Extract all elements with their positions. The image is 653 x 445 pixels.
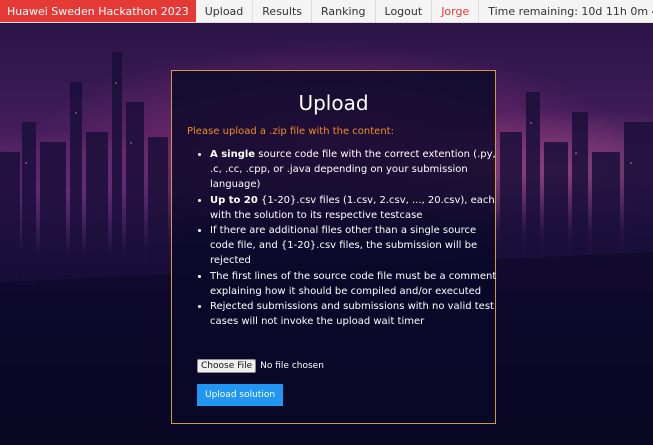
rule-item: The first lines of the source code file … <box>210 269 500 299</box>
choose-file-button[interactable]: Choose File <box>197 359 257 373</box>
nav-ranking-link[interactable]: Ranking <box>312 0 376 22</box>
nav-results-link[interactable]: Results <box>253 0 313 22</box>
upload-rules-list: A single source code file with the corre… <box>194 147 500 329</box>
page-title: Upload <box>298 91 369 115</box>
upload-instructions-intro: Please upload a .zip file with the conte… <box>187 126 394 137</box>
rule-item: Up to 20 {1-20}.csv files (1.csv, 2.csv,… <box>210 193 500 223</box>
rule-text: If there are additional files other than… <box>210 225 478 267</box>
brand-link[interactable]: Huawei Sweden Hackathon 2023 <box>0 0 196 22</box>
rule-item: A single source code file with the corre… <box>210 147 500 193</box>
nav-user-name[interactable]: Jorge <box>432 0 480 22</box>
rule-item: Rejected submissions and submissions wit… <box>210 299 500 329</box>
upload-card: Upload Please upload a .zip file with th… <box>171 70 496 424</box>
rule-emphasis: A single <box>210 149 256 160</box>
upload-solution-button[interactable]: Upload solution <box>197 384 284 406</box>
nav-upload-link[interactable]: Upload <box>196 0 254 22</box>
time-remaining-label: Time remaining: 10d 11h 0m 46s <box>488 4 653 18</box>
file-input[interactable]: Choose File No file chosen <box>197 359 324 373</box>
file-status-label: No file chosen <box>260 361 324 371</box>
rule-item: If there are additional files other than… <box>210 223 500 269</box>
top-navigation-bar: Huawei Sweden Hackathon 2023 Upload Resu… <box>0 0 653 23</box>
rule-text: Rejected submissions and submissions wit… <box>210 301 494 328</box>
rule-text: The first lines of the source code file … <box>210 270 497 297</box>
rule-emphasis: Up to 20 <box>210 194 258 206</box>
nav-logout-link[interactable]: Logout <box>376 0 433 22</box>
